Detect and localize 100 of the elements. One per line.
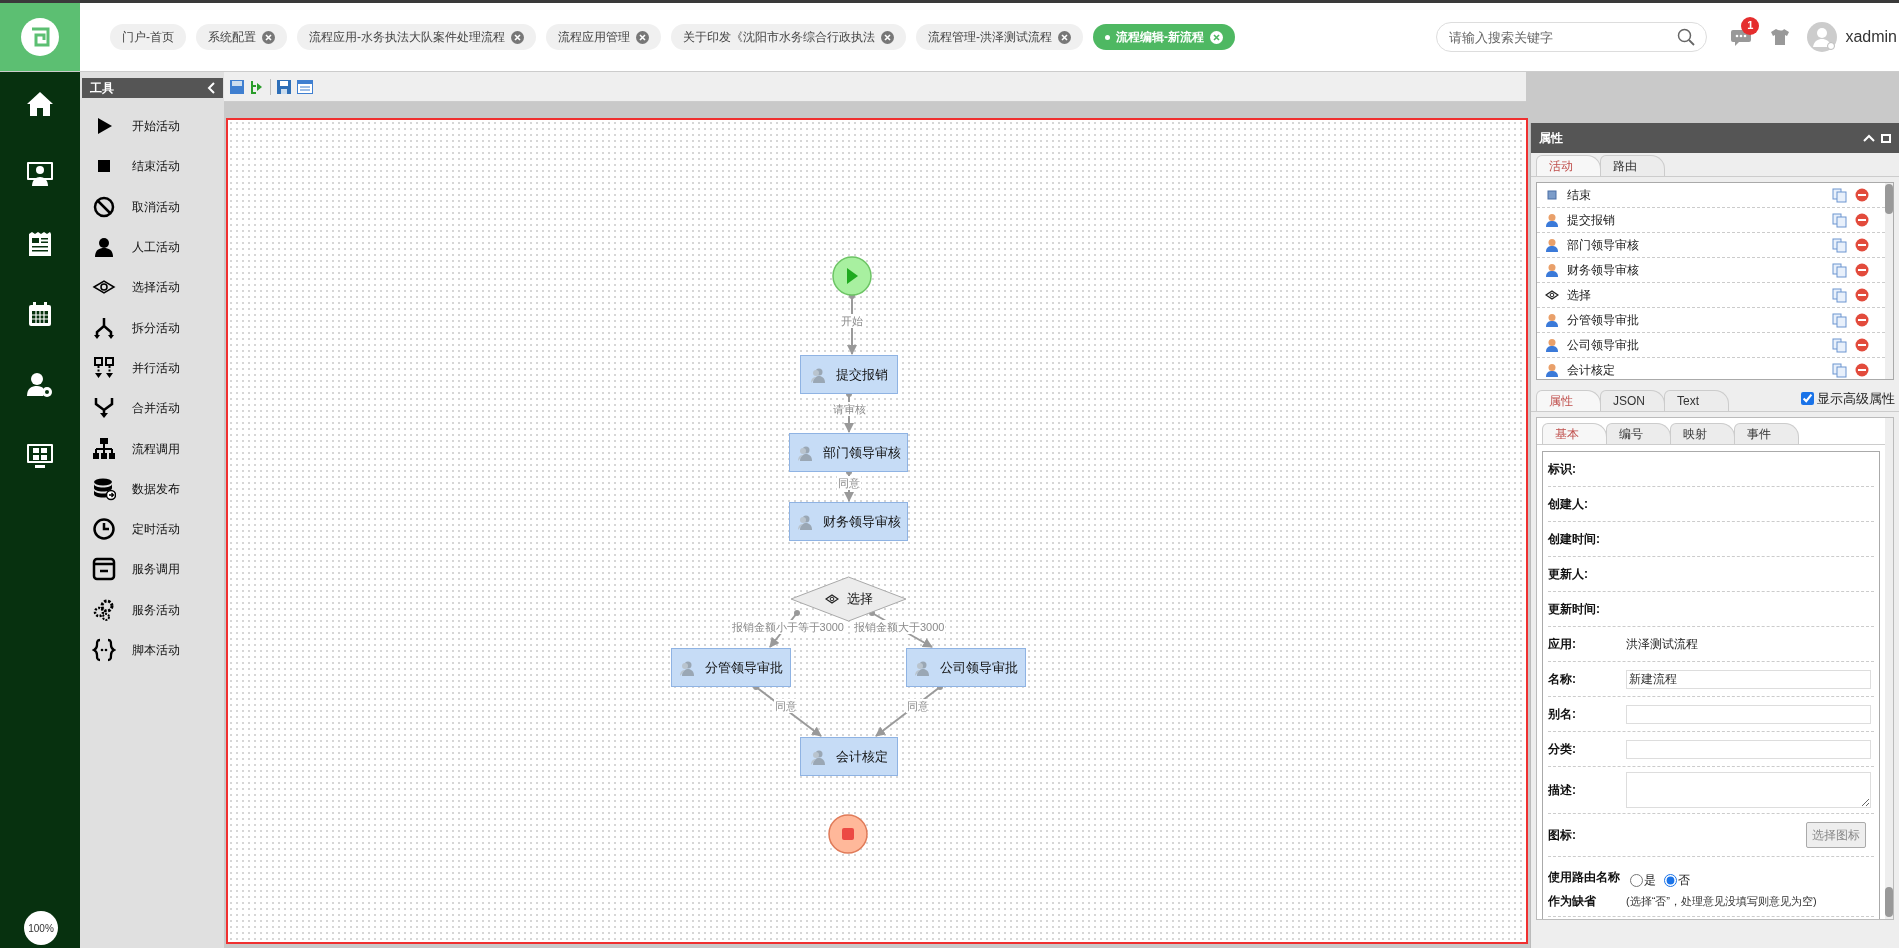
shirt-icon[interactable] (1771, 29, 1790, 45)
collapse-icon[interactable] (1863, 134, 1875, 142)
panel-tab[interactable]: 映射 (1670, 423, 1735, 444)
close-icon[interactable] (1058, 30, 1071, 44)
delete-icon[interactable] (1855, 313, 1869, 327)
scrollbar-thumb[interactable] (1885, 184, 1893, 214)
tool-item[interactable]: 数据发布 (132, 479, 180, 498)
news-icon[interactable] (29, 232, 51, 256)
copy-icon[interactable] (1832, 262, 1847, 278)
checkbox[interactable] (1801, 391, 1814, 405)
collapse-icon[interactable] (207, 82, 215, 94)
tool-item[interactable]: 并行活动 (132, 358, 180, 377)
close-icon[interactable] (262, 30, 275, 44)
delete-icon[interactable] (1855, 188, 1869, 202)
page-tab[interactable]: 关于印发《沈阳市水务综合行政执法 (671, 24, 906, 50)
delete-icon[interactable] (1855, 363, 1869, 377)
diagram-canvas[interactable]: 开始 请审核 同意 报销金额小于等于3000 报销金额大于3000 同意 同意 提交报销 部门领导审核 财务领导审核 选择 分管领导审批 公司领导审批 会计核定 (226, 118, 1528, 944)
copy-icon[interactable] (1832, 362, 1847, 378)
list-item[interactable]: 分管领导审批 (1537, 308, 1885, 333)
field-label: 图标: (1548, 827, 1577, 844)
connector-label: 同意 (837, 476, 861, 490)
close-icon[interactable] (881, 30, 894, 44)
save-icon[interactable] (277, 79, 291, 94)
tool-item[interactable]: 服务调用 (132, 560, 180, 579)
tool-item[interactable]: 选择活动 (132, 278, 180, 297)
radio-button[interactable] (1664, 873, 1677, 887)
calendar-icon[interactable] (29, 302, 51, 326)
list-item[interactable]: 选择 (1537, 283, 1885, 308)
list-item[interactable]: 提交报销 (1537, 208, 1885, 233)
copy-icon[interactable] (1832, 287, 1847, 303)
parallel-icon (92, 355, 116, 380)
panel-tab[interactable]: 基本 (1542, 423, 1607, 444)
delete-icon[interactable] (1855, 213, 1869, 227)
tool-item[interactable]: 服务活动 (132, 600, 180, 619)
input-field[interactable]: 新建流程 (1626, 669, 1871, 689)
tool-item[interactable]: 定时活动 (132, 520, 180, 539)
task-node[interactable]: 提交报销 (800, 355, 898, 394)
people-icon (796, 513, 815, 530)
delete-icon[interactable] (1855, 338, 1869, 352)
maximize-icon[interactable] (1881, 133, 1891, 143)
search-field[interactable]: 请输入搜索关键字 (1436, 22, 1708, 52)
dashboard-icon[interactable] (27, 444, 53, 468)
user-name[interactable]: xadmin (1845, 25, 1899, 49)
panel-tab[interactable]: 事件 (1734, 423, 1799, 444)
page-tab[interactable]: 系统配置 (196, 24, 287, 50)
page-tab[interactable]: 门户-首页 (110, 24, 186, 50)
copy-icon[interactable] (1832, 237, 1847, 253)
panel-tab[interactable]: 属性 (1536, 390, 1601, 411)
tool-item[interactable]: 取消活动 (132, 197, 180, 216)
save-icon[interactable] (230, 79, 244, 94)
page-tab[interactable]: 流程管理-洪泽测试流程 (916, 24, 1083, 50)
input-field[interactable] (1626, 704, 1871, 724)
zoom-level[interactable]: 100% (24, 911, 58, 945)
copy-icon[interactable] (1832, 187, 1847, 203)
choice-node[interactable]: 选择 (790, 576, 907, 622)
tool-item[interactable]: 流程调用 (132, 439, 180, 458)
form-icon[interactable] (297, 79, 313, 94)
panel-tab[interactable]: Text (1664, 390, 1729, 411)
input-field[interactable] (1626, 739, 1871, 759)
copy-icon[interactable] (1832, 212, 1847, 228)
panel-tab[interactable]: 路由 (1600, 155, 1665, 176)
monitor-user-icon[interactable] (27, 162, 53, 186)
scrollbar-thumb[interactable] (1885, 887, 1893, 917)
tool-item[interactable]: 脚本活动 (132, 641, 180, 659)
field-label: 创建时间: (1548, 531, 1601, 548)
end-node[interactable] (828, 814, 868, 854)
delete-icon[interactable] (1855, 263, 1869, 277)
list-item[interactable]: 部门领导审核 (1537, 233, 1885, 258)
list-item[interactable]: 公司领导审批 (1537, 333, 1885, 358)
tool-item[interactable]: 结束活动 (132, 157, 180, 176)
task-node[interactable]: 分管领导审批 (671, 648, 791, 687)
list-item[interactable]: 会计核定 (1537, 358, 1885, 379)
tool-item[interactable]: 人工活动 (132, 238, 180, 257)
close-icon[interactable] (511, 30, 524, 44)
copy-icon[interactable] (1832, 312, 1847, 328)
export-icon[interactable] (250, 79, 264, 94)
copy-icon[interactable] (1832, 337, 1847, 353)
radio-button[interactable] (1630, 873, 1643, 887)
user-settings-icon[interactable] (27, 372, 53, 398)
tool-item[interactable]: 合并活动 (132, 399, 180, 418)
home-icon[interactable] (27, 92, 53, 116)
list-item[interactable]: 财务领导审核 (1537, 258, 1885, 283)
people-icon (679, 659, 697, 676)
delete-icon[interactable] (1855, 288, 1869, 302)
tool-item[interactable]: 开始活动 (132, 117, 180, 136)
people-icon (810, 366, 828, 383)
close-icon[interactable] (636, 30, 649, 44)
panel-tab[interactable]: 活动 (1536, 155, 1601, 176)
page-tab[interactable]: 流程应用-水务执法大队案件处理流程 (297, 24, 536, 50)
tool-item[interactable]: 拆分活动 (132, 318, 180, 337)
panel-tab[interactable]: 编号 (1606, 423, 1671, 444)
list-item[interactable]: 结束 (1537, 183, 1885, 208)
page-tab[interactable]: 流程应用管理 (546, 24, 661, 50)
task-node[interactable]: 部门领导审核 (789, 433, 908, 472)
task-node[interactable]: 公司领导审批 (906, 648, 1026, 687)
start-node[interactable] (832, 256, 872, 296)
close-icon[interactable] (1210, 30, 1223, 44)
task-node[interactable]: 财务领导审核 (789, 502, 908, 541)
task-node[interactable]: 会计核定 (800, 737, 898, 776)
delete-icon[interactable] (1855, 238, 1869, 252)
